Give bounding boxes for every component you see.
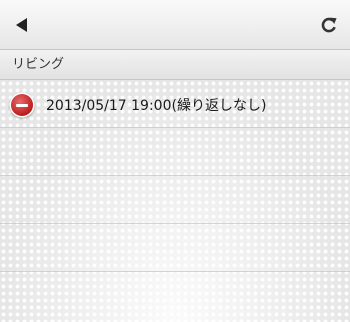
back-button[interactable] bbox=[8, 12, 34, 38]
title-bar bbox=[0, 0, 350, 50]
remove-icon[interactable] bbox=[11, 94, 33, 116]
refresh-icon bbox=[321, 17, 337, 33]
empty-row bbox=[0, 176, 350, 224]
schedule-row[interactable]: 2013/05/17 19:00(繰り返しなし) bbox=[0, 80, 350, 128]
refresh-button[interactable] bbox=[316, 12, 342, 38]
back-arrow-icon bbox=[15, 18, 27, 32]
section-header: リビング bbox=[0, 50, 350, 80]
empty-row bbox=[0, 128, 350, 176]
app: リビング 2013/05/17 19:00(繰り返しなし) bbox=[0, 0, 350, 322]
empty-row bbox=[0, 224, 350, 272]
schedule-label: 2013/05/17 19:00(繰り返しなし) bbox=[46, 98, 267, 114]
schedule-list: 2013/05/17 19:00(繰り返しなし) bbox=[0, 80, 350, 322]
